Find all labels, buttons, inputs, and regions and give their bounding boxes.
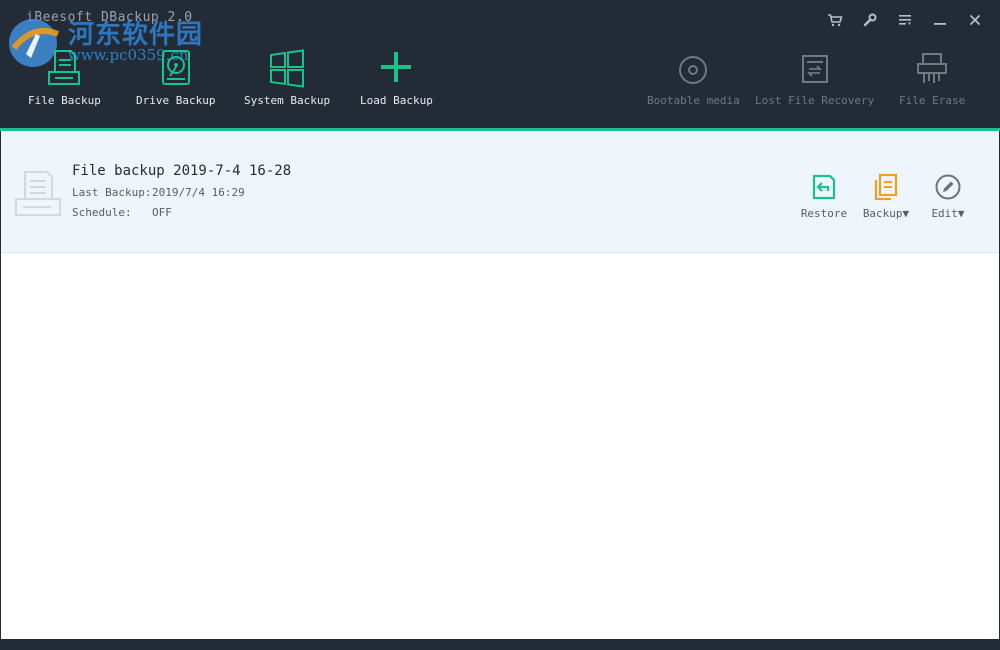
window-controls: [817, 10, 992, 30]
drive-backup-button[interactable]: Drive Backup: [136, 46, 215, 107]
load-backup-button[interactable]: Load Backup: [360, 46, 433, 107]
close-button[interactable]: [957, 10, 992, 30]
backup-task-list: File backup 2019-7-4 16-28 Last Backup:2…: [1, 131, 999, 639]
recovery-icon: [801, 55, 828, 83]
schedule-value: OFF: [152, 206, 172, 219]
status-bar: [0, 639, 1000, 650]
last-backup-line: Last Backup:2019/7/4 16:29: [72, 186, 245, 199]
task-file-icon: [15, 171, 61, 216]
last-backup-value: 2019/7/4 16:29: [152, 186, 245, 199]
file-icon: [48, 50, 81, 85]
backup-dropdown-button[interactable]: Backup▼: [855, 173, 917, 220]
app-window: iBeesoft DBackup 2.0 河东软件园 www.pc0359.cn: [0, 0, 1000, 650]
load-backup-label: Load Backup: [360, 94, 433, 107]
settings-button[interactable]: [852, 10, 887, 30]
schedule-line: Schedule: OFF: [72, 206, 172, 219]
file-erase-label: File Erase: [899, 94, 966, 107]
main-toolbar: File Backup Drive Backup System Backup L…: [0, 40, 1000, 128]
restore-icon: [812, 174, 836, 200]
plus-icon: [381, 52, 412, 82]
minimize-button[interactable]: [922, 10, 957, 30]
system-backup-label: System Backup: [244, 94, 331, 107]
task-name: File backup 2019-7-4 16-28: [72, 163, 292, 179]
close-icon: [969, 14, 980, 26]
schedule-label: Schedule:: [72, 206, 132, 219]
disc-icon: [679, 56, 708, 84]
title-bar[interactable]: iBeesoft DBackup 2.0 河东软件园 www.pc0359.cn: [0, 0, 1000, 67]
backup-label: Backup▼: [862, 207, 910, 220]
file-backup-label: File Backup: [28, 94, 101, 107]
lost-file-recovery-button[interactable]: Lost File Recovery: [755, 46, 874, 107]
cart-icon: [827, 14, 843, 27]
app-title: iBeesoft DBackup 2.0: [26, 10, 193, 25]
wrench-icon: [863, 13, 876, 27]
windows-icon: [270, 49, 305, 88]
restore-button[interactable]: Restore: [793, 173, 855, 220]
bootable-media-button[interactable]: Bootable media: [647, 46, 740, 107]
drive-icon: [161, 50, 190, 85]
edit-label: Edit▼: [931, 207, 965, 220]
backup-task-row[interactable]: File backup 2019-7-4 16-28 Last Backup:2…: [1, 131, 999, 253]
menu-icon: [898, 15, 911, 25]
edit-dropdown-button[interactable]: Edit▼: [917, 173, 979, 220]
system-backup-button[interactable]: System Backup: [244, 46, 330, 107]
menu-button[interactable]: [887, 10, 922, 30]
shredder-icon: [917, 53, 948, 83]
file-erase-button[interactable]: File Erase: [899, 46, 965, 107]
lost-file-recovery-label: Lost File Recovery: [755, 94, 875, 107]
task-actions: Restore Backup▼ Edit▼: [793, 173, 979, 220]
bootable-media-label: Bootable media: [647, 94, 740, 107]
restore-label: Restore: [800, 207, 848, 220]
cart-button[interactable]: [817, 10, 852, 30]
file-backup-button[interactable]: File Backup: [28, 46, 101, 107]
last-backup-label: Last Backup:: [72, 186, 152, 199]
drive-backup-label: Drive Backup: [136, 94, 216, 107]
minimize-icon: [933, 23, 946, 25]
edit-icon: [935, 174, 961, 200]
backup-icon: [874, 173, 898, 201]
